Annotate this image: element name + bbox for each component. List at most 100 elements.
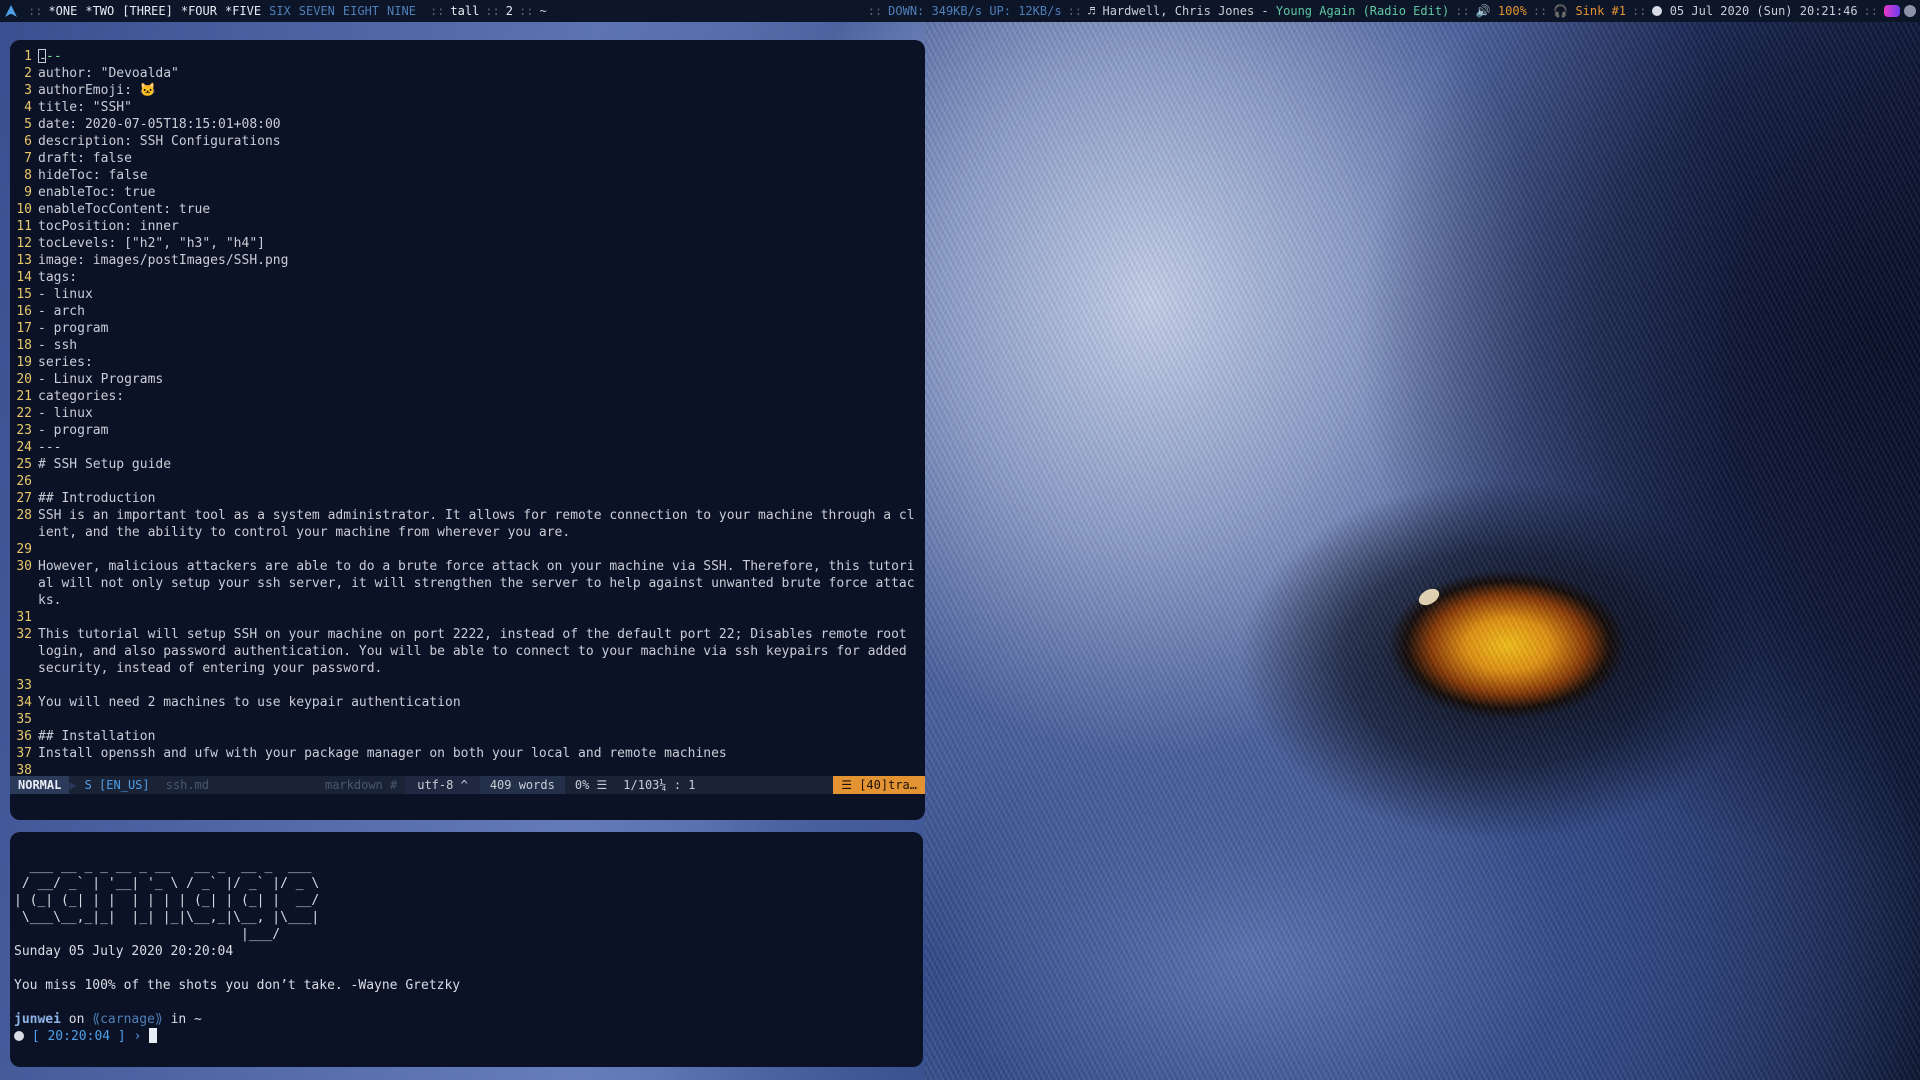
line-text[interactable]: title: "SSH" [38, 99, 925, 116]
line-text[interactable]: # SSH Setup guide [38, 456, 925, 473]
editor-line[interactable]: 8 hideToc: false [10, 167, 925, 184]
workspace-9[interactable]: NINE [387, 4, 416, 18]
line-text[interactable]: enableTocContent: true [38, 201, 925, 218]
editor-line[interactable]: 26 [10, 473, 925, 490]
tray-steam-icon[interactable] [1904, 5, 1916, 17]
line-text[interactable]: series: [38, 354, 925, 371]
editor-line[interactable]: 14 tags: [10, 269, 925, 286]
line-text[interactable]: SSH is an important tool as a system adm… [38, 507, 925, 541]
editor-buffer[interactable]: 1 --- 2 author: "Devoalda" 3 authorEmoji: 🐱 4 t… [10, 48, 925, 779]
editor-line[interactable]: 10 enableTocContent: true [10, 201, 925, 218]
line-text[interactable]: However, malicious attackers are able to… [38, 558, 925, 609]
line-text[interactable]: categories: [38, 388, 925, 405]
editor-line[interactable]: 20 - Linux Programs [10, 371, 925, 388]
editor-line[interactable]: 16 - arch [10, 303, 925, 320]
prompt-line[interactable]: [ 20:20:04 ] › [14, 1028, 158, 1045]
workspace-8[interactable]: EIGHT [343, 4, 379, 18]
editor-line[interactable]: 31 [10, 609, 925, 626]
editor-line[interactable]: 3 authorEmoji: 🐱 [10, 82, 925, 99]
editor-line[interactable]: 24 --- [10, 439, 925, 456]
cursor-position: 1/103¼ : 1 [623, 778, 696, 792]
music-title[interactable]: Young Again (Radio Edit) [1276, 4, 1449, 18]
line-text[interactable]: - program [38, 422, 925, 439]
editor-line[interactable]: 28 SSH is an important tool as a system a… [10, 507, 925, 541]
volume-level[interactable]: 100% [1498, 4, 1527, 18]
separator: :: [485, 4, 500, 18]
editor-line[interactable]: 33 [10, 677, 925, 694]
editor-line[interactable]: 9 enableToc: true [10, 184, 925, 201]
line-text[interactable]: --- [38, 48, 925, 66]
editor-line[interactable]: 29 [10, 541, 925, 558]
chevron-right-icon: ▶ [69, 778, 77, 792]
workspace-2[interactable]: *TWO [85, 4, 114, 18]
editor-line[interactable]: 30 However, malicious attackers are able … [10, 558, 925, 609]
line-text[interactable] [38, 473, 925, 490]
line-text[interactable]: hideToc: false [38, 167, 925, 184]
layout-name[interactable]: tall [450, 4, 479, 18]
line-text[interactable]: date: 2020-07-05T18:15:01+08:00 [38, 116, 925, 133]
line-text[interactable]: - linux [38, 286, 925, 303]
editor-line[interactable]: 2 author: "Devoalda" [10, 65, 925, 82]
editor-line[interactable]: 22 - linux [10, 405, 925, 422]
vim-terminal-window[interactable]: 1 --- 2 author: "Devoalda" 3 authorEmoji: 🐱 4 t… [10, 40, 925, 820]
line-text[interactable]: authorEmoji: 🐱 [38, 82, 925, 99]
line-text[interactable]: ## Installation [38, 728, 925, 745]
editor-line[interactable]: 15 - linux [10, 286, 925, 303]
editor-line[interactable]: 23 - program [10, 422, 925, 439]
editor-line[interactable]: 1 --- [10, 48, 925, 66]
editor-line[interactable]: 35 [10, 711, 925, 728]
line-text[interactable]: tocPosition: inner [38, 218, 925, 235]
editor-line[interactable]: 36 ## Installation [10, 728, 925, 745]
editor-line[interactable]: 25 # SSH Setup guide [10, 456, 925, 473]
workspace-6[interactable]: SIX [269, 4, 291, 18]
editor-line[interactable]: 18 - ssh [10, 337, 925, 354]
editor-line[interactable]: 17 - program [10, 320, 925, 337]
arch-logo-icon[interactable] [0, 0, 22, 22]
tray-app-icon[interactable] [1884, 5, 1900, 17]
line-text[interactable] [38, 711, 925, 728]
line-text[interactable]: - linux [38, 405, 925, 422]
editor-line[interactable]: 6 description: SSH Configurations [10, 133, 925, 150]
editor-line[interactable]: 19 series: [10, 354, 925, 371]
workspace-4[interactable]: *FOUR [181, 4, 217, 18]
line-text[interactable]: enableToc: true [38, 184, 925, 201]
editor-line[interactable]: 7 draft: false [10, 150, 925, 167]
workspace-7[interactable]: SEVEN [299, 4, 335, 18]
editor-line[interactable]: 32 This tutorial will setup SSH on your m… [10, 626, 925, 677]
workspace-1[interactable]: *ONE [48, 4, 77, 18]
editor-line[interactable]: 5 date: 2020-07-05T18:15:01+08:00 [10, 116, 925, 133]
line-text[interactable]: image: images/postImages/SSH.png [38, 252, 925, 269]
editor-line[interactable]: 37 Install openssh and ufw with your pack… [10, 745, 925, 762]
line-text[interactable]: author: "Devoalda" [38, 65, 925, 82]
shell-terminal-window[interactable]: ___ __ _ _ __ _ __ __ _ __ _ ___ / __/ _… [10, 832, 923, 1067]
line-text[interactable]: - program [38, 320, 925, 337]
editor-line[interactable]: 11 tocPosition: inner [10, 218, 925, 235]
line-text[interactable]: Install openssh and ufw with your packag… [38, 745, 925, 762]
line-text[interactable] [38, 541, 925, 558]
clock[interactable]: 05 Jul 2020 (Sun) 20:21:46 [1670, 4, 1858, 18]
line-text[interactable]: --- [38, 439, 925, 456]
line-text[interactable]: This tutorial will setup SSH on your mac… [38, 626, 925, 677]
editor-line[interactable]: 12 tocLevels: ["h2", "h3", "h4"] [10, 235, 925, 252]
line-text[interactable]: - Linux Programs [38, 371, 925, 388]
line-text[interactable]: - ssh [38, 337, 925, 354]
line-text[interactable]: tags: [38, 269, 925, 286]
line-text[interactable]: ## Introduction [38, 490, 925, 507]
line-text[interactable]: - arch [38, 303, 925, 320]
editor-line[interactable]: 4 title: "SSH" [10, 99, 925, 116]
line-text[interactable] [38, 677, 925, 694]
line-text[interactable] [38, 609, 925, 626]
editor-line[interactable]: 13 image: images/postImages/SSH.png [10, 252, 925, 269]
music-artist[interactable]: Hardwell, Chris Jones [1102, 4, 1254, 18]
line-text[interactable]: description: SSH Configurations [38, 133, 925, 150]
line-text[interactable]: You will need 2 machines to use keypair … [38, 694, 925, 711]
line-text[interactable]: draft: false [38, 150, 925, 167]
workspace-5[interactable]: *FIVE [225, 4, 261, 18]
editor-line[interactable]: 34 You will need 2 machines to use keypai… [10, 694, 925, 711]
workspace-3[interactable]: [THREE] [122, 4, 173, 18]
line-text[interactable]: tocLevels: ["h2", "h3", "h4"] [38, 235, 925, 252]
audio-sink[interactable]: Sink #1 [1575, 4, 1626, 18]
editor-line[interactable]: 27 ## Introduction [10, 490, 925, 507]
terminal-cursor[interactable] [149, 1028, 158, 1043]
editor-line[interactable]: 21 categories: [10, 388, 925, 405]
